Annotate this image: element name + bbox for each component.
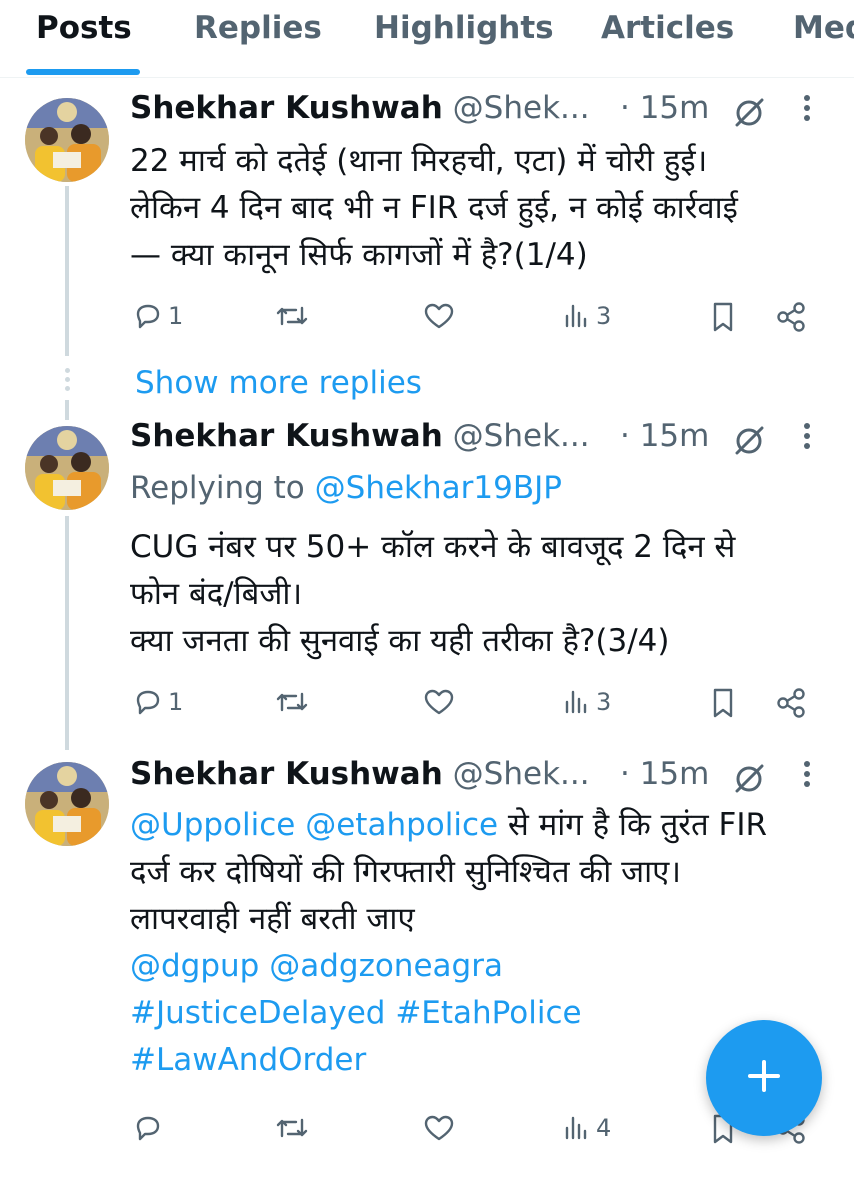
views-icon	[562, 300, 592, 332]
more-icon[interactable]	[802, 90, 812, 134]
mention-link[interactable]: @etahpolice	[305, 807, 498, 843]
hashtag-link[interactable]: #EtahPolice	[395, 995, 581, 1031]
reply-icon	[132, 686, 164, 718]
tweet-time[interactable]: · 15m	[620, 756, 709, 792]
reply-count: 1	[168, 302, 184, 330]
reply-button[interactable]: 1	[132, 686, 183, 718]
tweet-header: Shekhar Kushwah @Shek... · 15m	[130, 418, 830, 462]
plus-icon	[744, 1056, 784, 1100]
repost-button[interactable]	[274, 686, 314, 718]
heart-icon	[422, 1112, 456, 1144]
heart-icon	[422, 686, 456, 718]
bookmark-button[interactable]	[708, 300, 738, 334]
tab-articles[interactable]: Articles	[601, 10, 734, 46]
grok-icon[interactable]	[732, 424, 766, 466]
tweet-text-line: @Uppolice @etahpolice से मांग है कि तुरं…	[130, 802, 830, 849]
reply-button[interactable]: 1	[132, 300, 183, 332]
replying-to-label: Replying to	[130, 470, 305, 506]
show-more-replies-link[interactable]: Show more replies	[135, 365, 422, 401]
view-count: 4	[596, 1114, 612, 1142]
thread-line	[65, 186, 69, 356]
avatar[interactable]	[25, 98, 109, 182]
tweet-text-line: @dgpup @adgzoneagra	[130, 943, 830, 990]
replying-to-handle[interactable]: @Shekhar19BJP	[315, 470, 562, 506]
mention-link[interactable]: @adgzoneagra	[269, 948, 503, 984]
replying-to: Replying to @Shekhar19BJP	[130, 470, 562, 506]
views-button[interactable]: 4	[562, 1112, 611, 1144]
grok-icon[interactable]	[732, 96, 766, 138]
repost-icon	[274, 300, 310, 332]
author-handle[interactable]: @Shek...	[453, 756, 590, 792]
repost-button[interactable]	[274, 1112, 314, 1144]
reply-icon	[132, 1112, 164, 1144]
reply-count: 1	[168, 688, 184, 716]
mention-link[interactable]: @dgpup	[130, 948, 259, 984]
like-button[interactable]	[422, 1112, 460, 1144]
tweet-actions: 1 3	[130, 686, 830, 726]
tweet-text-line: #JusticeDelayed #EtahPolice	[130, 990, 830, 1037]
tab-posts[interactable]: Posts	[36, 10, 132, 46]
hashtag-link[interactable]: #JusticeDelayed	[130, 995, 385, 1031]
hashtag-link[interactable]: #LawAndOrder	[130, 1042, 366, 1078]
tweet-time[interactable]: · 15m	[620, 90, 709, 126]
bookmark-icon	[708, 686, 738, 720]
tweet-text-line: लापरवाही नहीं बरती जाए	[130, 901, 415, 937]
tweet-text: CUG नंबर पर 50+ कॉल करने के बावजूद 2 दिन…	[130, 524, 830, 665]
tweet-actions: 1 3	[130, 300, 830, 340]
views-button[interactable]: 3	[562, 686, 611, 718]
heart-icon	[422, 300, 456, 332]
more-icon[interactable]	[802, 756, 812, 800]
author-handle[interactable]: @Shek...	[453, 418, 590, 454]
tweet-text-line: क्या जनता की सुनवाई का यही तरीका है?(3/4…	[130, 623, 670, 659]
repost-icon	[274, 1112, 310, 1144]
tweet-text: 22 मार्च को दतेई (थाना मिरहची, एटा) में …	[130, 138, 830, 279]
tweet-text-line: लेकिन 4 दिन बाद भी न FIR दर्ज हुई, न कोई…	[130, 190, 738, 226]
tweet-header: Shekhar Kushwah @Shek... · 15m	[130, 756, 830, 800]
tweet-time[interactable]: · 15m	[620, 418, 709, 454]
tweet-header: Shekhar Kushwah @Shek... · 15m	[130, 90, 830, 134]
tab-highlights[interactable]: Highlights	[374, 10, 554, 46]
tab-replies[interactable]: Replies	[194, 10, 322, 46]
reply-button[interactable]	[132, 1112, 168, 1144]
author-name[interactable]: Shekhar Kushwah	[130, 90, 443, 126]
author-handle[interactable]: @Shek...	[453, 90, 590, 126]
grok-icon[interactable]	[732, 762, 766, 804]
thread-line	[65, 516, 69, 750]
more-icon[interactable]	[802, 418, 812, 462]
share-button[interactable]	[774, 686, 808, 720]
views-button[interactable]: 3	[562, 300, 611, 332]
view-count: 3	[596, 302, 612, 330]
compose-button[interactable]	[706, 1020, 822, 1136]
mention-link[interactable]: @Uppolice	[130, 807, 295, 843]
bookmark-icon	[708, 300, 738, 334]
author-name[interactable]: Shekhar Kushwah	[130, 756, 443, 792]
thread-gap-dots	[63, 368, 71, 395]
active-tab-indicator	[26, 69, 140, 75]
avatar[interactable]	[25, 762, 109, 846]
avatar[interactable]	[25, 426, 109, 510]
repost-icon	[274, 686, 310, 718]
tweet-text-line: फोन बंद/बिजी।	[130, 576, 303, 612]
like-button[interactable]	[422, 300, 460, 332]
views-icon	[562, 1112, 592, 1144]
repost-button[interactable]	[274, 300, 314, 332]
tweet-text-line: CUG नंबर पर 50+ कॉल करने के बावजूद 2 दिन…	[130, 529, 736, 565]
author-name[interactable]: Shekhar Kushwah	[130, 418, 443, 454]
like-button[interactable]	[422, 686, 460, 718]
tab-media[interactable]: Media	[793, 10, 854, 46]
tweet-text-line: 22 मार्च को दतेई (थाना मिरहची, एटा) में …	[130, 143, 708, 179]
share-icon	[774, 300, 808, 334]
tweet-text-segment: से मांग है कि तुरंत FIR	[498, 807, 768, 843]
bookmark-button[interactable]	[708, 686, 738, 720]
tweet-text-line: — क्या कानून सिर्फ कागजों में है?(1/4)	[130, 237, 588, 273]
view-count: 3	[596, 688, 612, 716]
thread-line	[65, 400, 69, 420]
reply-icon	[132, 300, 164, 332]
tweet-text-line: दर्ज कर दोषियों की गिरफ्तारी सुनिश्चित क…	[130, 854, 681, 890]
profile-tabs: Posts Replies Highlights Articles Media	[0, 0, 854, 78]
share-icon	[774, 686, 808, 720]
views-icon	[562, 686, 592, 718]
share-button[interactable]	[774, 300, 808, 334]
